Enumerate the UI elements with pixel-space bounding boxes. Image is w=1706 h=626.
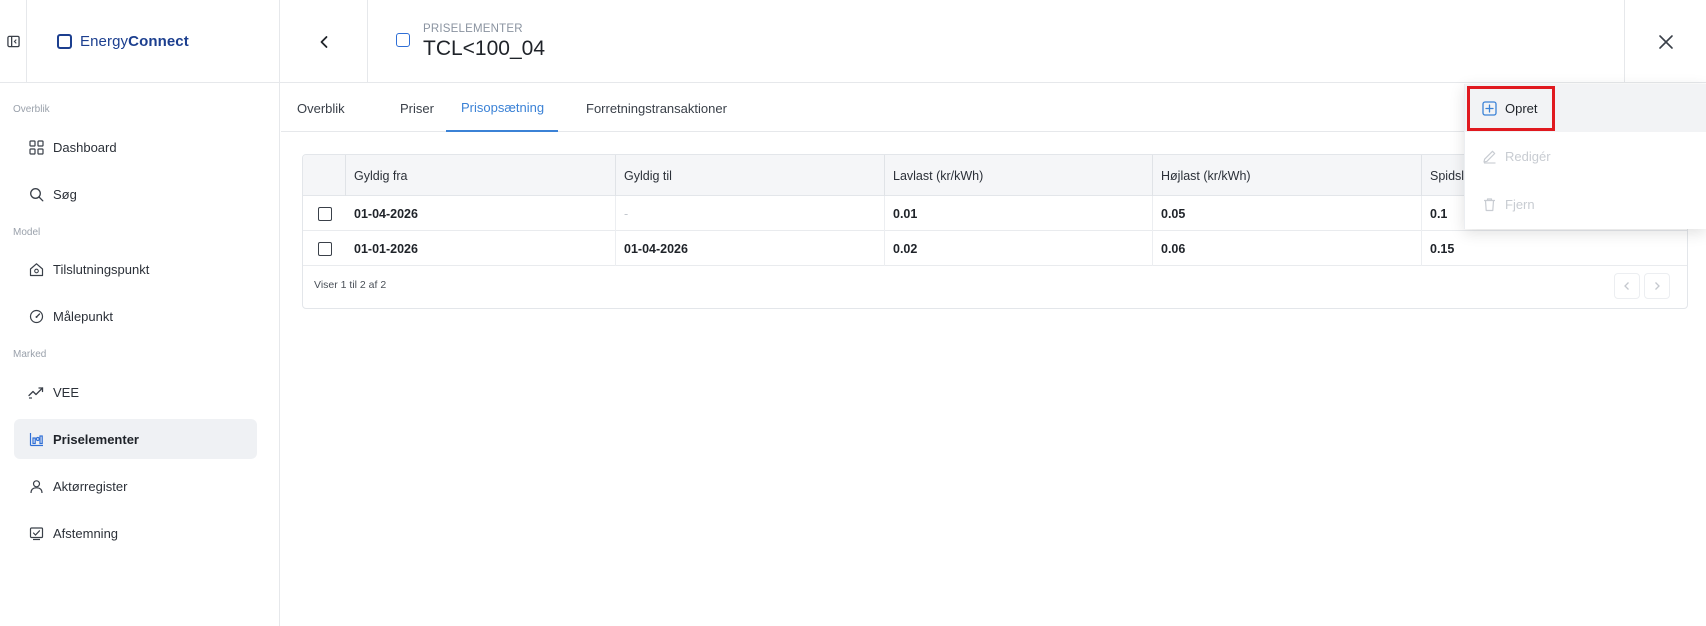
user-icon — [28, 478, 44, 494]
house-icon — [28, 261, 44, 277]
tab-prisopsaetning[interactable]: Prisopsætning — [446, 84, 558, 132]
trend-icon — [28, 384, 44, 400]
sidebar-item-priselementer[interactable]: Priselementer — [14, 419, 257, 459]
brand-suffix: Connect — [128, 33, 189, 50]
cell-hoejlast: 0.06 — [1153, 231, 1422, 266]
sidebar-item-aktoerregister[interactable]: Aktørregister — [14, 466, 257, 506]
sidebar-item-afstemning[interactable]: Afstemning — [14, 513, 257, 553]
sidebar-item-label: Søg — [53, 186, 77, 202]
column-header-hoejlast[interactable]: Højlast (kr/kWh) — [1153, 155, 1422, 196]
sidebar-section-model: Model — [13, 227, 41, 238]
row-checkbox[interactable] — [317, 241, 332, 256]
delete-button-label: Fjern — [1505, 196, 1535, 212]
pencil-icon — [1483, 150, 1496, 164]
close-button[interactable] — [1624, 0, 1706, 83]
previous-page-button[interactable] — [1614, 273, 1640, 299]
sidebar-item-label: Dashboard — [53, 139, 117, 155]
title-checkbox-icon — [396, 32, 410, 47]
select-all-header — [303, 155, 346, 196]
top-header: EnergyConnect PRISELEMENTER TCL<100_04 — [0, 0, 1706, 83]
close-icon — [1658, 34, 1673, 49]
chevron-left-icon — [320, 35, 327, 48]
edit-button-label: Redigér — [1505, 148, 1551, 164]
brand-logo-icon — [57, 34, 72, 49]
column-header-lavlast[interactable]: Lavlast (kr/kWh) — [885, 155, 1153, 196]
sidebar-item-tilslutningspunkt[interactable]: Tilslutningspunkt — [14, 249, 257, 289]
sidebar-item-label: Målepunkt — [53, 308, 113, 324]
chevron-right-icon — [1655, 282, 1660, 290]
sidebar: Overblik Dashboard Søg Model Tilslutning… — [0, 83, 280, 626]
cell-lavlast: 0.02 — [885, 231, 1153, 266]
cell-gyldig-fra: 01-04-2026 — [346, 196, 616, 231]
sidebar-item-vee[interactable]: VEE — [14, 372, 257, 412]
page-title-area: PRISELEMENTER TCL<100_04 — [368, 0, 545, 83]
column-header-gyldig-til[interactable]: Gyldig til — [616, 155, 885, 196]
cell-gyldig-til: 01-04-2026 — [616, 231, 885, 266]
cell-gyldig-til: - — [616, 196, 885, 231]
delete-button[interactable]: Fjern — [1465, 180, 1706, 228]
plus-square-icon — [1482, 100, 1497, 116]
sidebar-section-marked: Marked — [13, 349, 47, 360]
tab-forretningstransaktioner[interactable]: Forretningstransaktioner — [571, 84, 742, 132]
sidebar-item-label: VEE — [53, 384, 80, 400]
brand-prefix: Energy — [80, 33, 129, 50]
sidebar-item-search[interactable]: Søg — [14, 174, 257, 214]
row-checkbox[interactable] — [317, 206, 332, 221]
sidebar-toggle-icon — [6, 35, 20, 48]
sidebar-item-maalepunkt[interactable]: Målepunkt — [14, 296, 257, 336]
edit-button[interactable]: Redigér — [1465, 132, 1706, 180]
sidebar-item-dashboard[interactable]: Dashboard — [14, 127, 257, 167]
price-chart-icon — [28, 431, 44, 447]
create-button-label: Opret — [1505, 100, 1538, 116]
cell-hoejlast: 0.05 — [1153, 196, 1422, 231]
page-title: TCL<100_04 — [423, 36, 546, 60]
table-row[interactable]: 01-01-2026 01-04-2026 0.02 0.06 0.15 — [303, 231, 1687, 266]
actions-menu: Opret Redigér Fjern — [1464, 84, 1706, 229]
create-button[interactable]: Opret — [1465, 84, 1706, 132]
cell-gyldig-fra: 01-01-2026 — [346, 231, 616, 266]
page-eyebrow: PRISELEMENTER — [423, 22, 523, 35]
column-header-gyldig-fra[interactable]: Gyldig fra — [346, 155, 616, 196]
brand-logo[interactable]: EnergyConnect — [27, 0, 280, 83]
sidebar-item-label: Tilslutningspunkt — [53, 261, 150, 277]
cell-spidslast: 0.15 — [1430, 241, 1455, 256]
brand-name: EnergyConnect — [80, 33, 189, 50]
search-icon — [28, 186, 44, 202]
tab-priser[interactable]: Priser — [385, 84, 449, 132]
sidebar-item-label: Afstemning — [53, 525, 119, 541]
chevron-left-icon — [1624, 282, 1629, 290]
tab-overblik[interactable]: Overblik — [282, 84, 360, 132]
cell-lavlast: 0.01 — [885, 196, 1153, 231]
sidebar-item-label: Priselementer — [53, 431, 139, 447]
sidebar-item-label: Aktørregister — [53, 478, 128, 494]
grid-icon — [28, 139, 44, 155]
row-select-cell[interactable] — [303, 231, 346, 266]
pagination-summary: Viser 1 til 2 af 2 — [314, 279, 387, 291]
trash-icon — [1484, 197, 1495, 211]
back-button[interactable] — [280, 0, 368, 83]
chart-check-icon — [28, 525, 44, 541]
gauge-icon — [28, 308, 44, 324]
row-select-cell[interactable] — [303, 196, 346, 231]
next-page-button[interactable] — [1644, 273, 1670, 299]
sidebar-toggle-button[interactable] — [0, 0, 27, 83]
sidebar-section-overblik: Overblik — [13, 104, 50, 115]
